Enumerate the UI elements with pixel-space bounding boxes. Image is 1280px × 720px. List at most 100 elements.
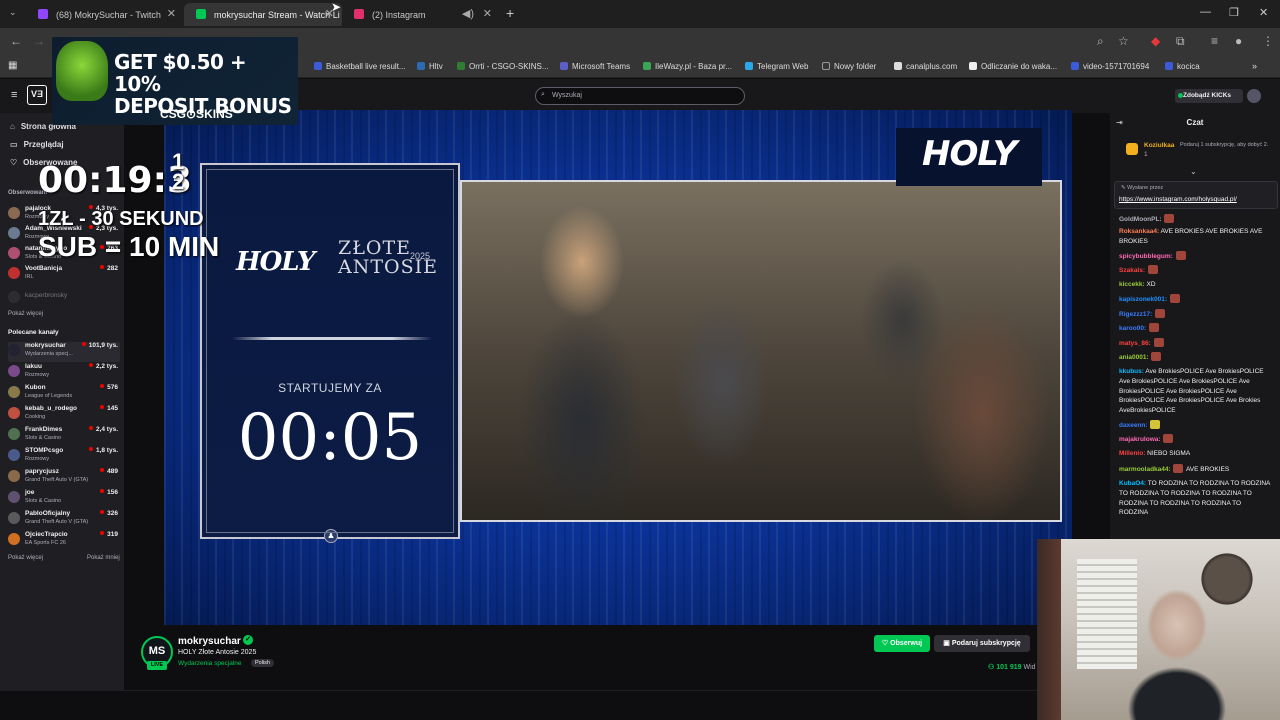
video-player[interactable]: HOLY ZŁOTE ANTOSIE 2025 STARTUJEMY ZA 00:… xyxy=(164,110,1072,625)
chat-user[interactable]: kkubus: xyxy=(1119,368,1144,375)
apps-grid-icon[interactable]: ▦ xyxy=(8,60,17,71)
subscribe-label: Podaruj subskrypcję xyxy=(951,640,1021,647)
verified-icon: ✓ xyxy=(243,635,253,645)
followed-channel[interactable]: VootBanicja IRL 282 xyxy=(8,265,120,285)
bookmark-item[interactable]: Orrti - CSGO-SKINS... xyxy=(457,62,549,71)
language-tag[interactable]: Polish xyxy=(251,659,274,667)
chat-user[interactable]: daxeenn: xyxy=(1119,422,1148,429)
show-less-link[interactable]: Pokaż mniej xyxy=(87,555,120,561)
viewer-count: 2,2 tys. xyxy=(89,363,118,370)
bookmark-item[interactable]: video-1571701694 xyxy=(1071,62,1149,71)
chat-user[interactable]: majakrulowa: xyxy=(1119,436,1161,443)
tab-mokrysuchar-twitch[interactable]: (68) MokrySuchar - Twitch ✕ xyxy=(26,3,184,26)
show-more-link[interactable]: Pokaż więcej xyxy=(8,311,43,317)
recommended-channel[interactable]: OjciecTrapcio EA Sports FC 26 319 xyxy=(8,531,120,551)
chat-user[interactable]: spicybubblegum: xyxy=(1119,253,1173,260)
emote-icon xyxy=(1155,309,1166,318)
chat-user[interactable]: Rigezzz17: xyxy=(1119,311,1152,318)
recommended-channel[interactable]: lakuu Rozmowy 2,2 tys. xyxy=(8,363,120,383)
tab-instagram[interactable]: (2) Instagram ◀) ✕ xyxy=(342,3,500,26)
get-kicks-button[interactable]: Zdobądź KICKs xyxy=(1175,89,1243,103)
channel-name: paprycjusz xyxy=(25,468,59,475)
holy-logo-badge: HOLY xyxy=(896,128,1042,186)
follow-button[interactable]: ♡ Obserwuj xyxy=(874,635,930,652)
chat-user[interactable]: Millenio: xyxy=(1119,450,1145,457)
chat-user[interactable]: kapiszonek001: xyxy=(1119,296,1167,303)
extension-icon[interactable]: ◆ xyxy=(1151,34,1160,48)
channel-name: kebab_u_rodego xyxy=(25,405,78,412)
chat-user[interactable]: kiccekk: xyxy=(1119,281,1145,288)
show-more-recommended-link[interactable]: Pokaż więcej xyxy=(8,555,43,561)
media-icon[interactable]: ≡ xyxy=(1211,34,1218,48)
chat-user[interactable]: marmooladka44: xyxy=(1119,466,1171,473)
bookmark-item[interactable]: Basketball live result... xyxy=(314,62,406,71)
chat-user[interactable]: Szakals: xyxy=(1119,267,1145,274)
chat-message: ania0001: xyxy=(1119,352,1271,363)
emote-icon xyxy=(1147,265,1158,274)
recommended-channel[interactable]: kebab_u_rodego Cooking 145 xyxy=(8,405,120,425)
pinned-link[interactable]: https://www.instagram.com/holysquad.pl/ xyxy=(1119,196,1237,203)
minimize-icon[interactable]: — xyxy=(1200,6,1211,18)
event-year: 2025 xyxy=(410,251,431,261)
recommended-channel[interactable]: PabloOficjalny Grand Theft Auto V (GTA) 32… xyxy=(8,510,120,530)
window-close-icon[interactable]: ✕ xyxy=(1259,6,1268,19)
bookmark-item[interactable]: Microsoft Teams xyxy=(560,62,630,71)
recommended-channel[interactable]: mokrysuchar Wydarzenia specj... 101,9 tys. xyxy=(8,342,120,362)
bookmark-item[interactable]: Hltv xyxy=(417,62,443,71)
close-icon[interactable]: ✕ xyxy=(483,7,492,20)
bookmark-favicon-icon xyxy=(969,62,977,70)
followed-channel-offline[interactable]: kacperbronsky xyxy=(8,289,120,309)
chat-user[interactable]: GoldMoonPL: xyxy=(1119,216,1162,223)
bookmark-item[interactable]: canalplus.com xyxy=(894,62,957,71)
channel-name[interactable]: mokrysuchar xyxy=(178,636,241,647)
close-icon[interactable]: ✕ xyxy=(167,7,176,20)
search-input[interactable]: ⌕ Wyszukaj xyxy=(535,87,745,105)
bookmark-item[interactable]: IleWazy.pl - Baza pr... xyxy=(643,62,732,71)
recommended-channel[interactable]: joe Slots & Casino 156 xyxy=(8,489,120,509)
pinned-message[interactable]: ✎ Wysłane przez https://www.instagram.co… xyxy=(1114,181,1278,209)
recommended-channel[interactable]: FrankDimes Slots & Casino 2,4 tys. xyxy=(8,426,120,446)
bookmark-favicon-icon xyxy=(1165,62,1173,70)
menu-hamburger-icon[interactable]: ≡ xyxy=(11,89,17,101)
chat-user[interactable]: karoo00: xyxy=(1119,325,1146,332)
recommended-channel[interactable]: STOMPcsgo Rozmowy 1,8 tys. xyxy=(8,447,120,467)
user-avatar[interactable] xyxy=(1247,89,1261,103)
tab-search-chevron-icon[interactable]: ⌄ xyxy=(9,7,17,18)
avatar xyxy=(8,291,20,303)
bookmark-label: Orrti - CSGO-SKINS... xyxy=(469,62,549,71)
bookmark-item[interactable]: Nowy folder xyxy=(822,62,876,71)
back-icon[interactable]: ← xyxy=(10,34,22,48)
bookmark-item[interactable]: kocica xyxy=(1165,62,1200,71)
bookmark-item[interactable]: Odliczanie do waka... xyxy=(969,62,1057,71)
chevron-down-icon[interactable]: ⌄ xyxy=(1190,167,1197,176)
profile-icon[interactable]: ● xyxy=(1235,34,1242,48)
extensions-puzzle-icon[interactable]: ⧉ xyxy=(1176,34,1185,49)
chat-user[interactable]: matys_86: xyxy=(1119,340,1151,347)
chat-user[interactable]: ania0001: xyxy=(1119,354,1149,361)
browser-menu-icon[interactable]: ⋮ xyxy=(1262,34,1274,48)
zoom-icon[interactable]: ⌕ xyxy=(1097,34,1104,49)
viewer-number: 101 919 xyxy=(996,664,1022,671)
holy-logo-text: HOLY xyxy=(922,134,1017,174)
gift-subscription-button[interactable]: ▣ Podaruj subskrypcję xyxy=(934,635,1030,652)
channel-game: Slots & Casino xyxy=(25,435,62,441)
maximize-icon[interactable]: ❐ xyxy=(1229,6,1239,19)
recommended-channel[interactable]: paprycjusz Grand Theft Auto V (GTA) 489 xyxy=(8,468,120,488)
bookmark-item[interactable]: Telegram Web xyxy=(745,62,808,71)
new-tab-button[interactable]: + xyxy=(506,5,514,21)
forward-icon[interactable]: → xyxy=(33,34,45,48)
site-logo-icon[interactable]: VƎ xyxy=(27,85,47,105)
chat-user[interactable]: Roksankaa4: xyxy=(1119,228,1159,235)
bookmark-star-icon[interactable]: ☆ xyxy=(1118,34,1129,48)
speaker-icon[interactable]: ◀) xyxy=(462,7,474,20)
recommended-channel[interactable]: Kubon League of Legends 576 xyxy=(8,384,120,404)
chat-user[interactable]: KubaO4: xyxy=(1119,480,1146,487)
bottom-area xyxy=(0,690,1037,720)
sidebar-item-browse[interactable]: ▭ Przeglądaj xyxy=(10,140,64,149)
tab-stream-watch[interactable]: mokrysuchar Stream - Watch Li ✕ xyxy=(184,3,342,26)
more-bookmarks-icon[interactable]: » xyxy=(1252,61,1257,71)
bookmark-favicon-icon xyxy=(457,62,465,70)
gift-sub-count: 1 xyxy=(1144,151,1148,158)
avatar xyxy=(8,207,20,219)
stream-category[interactable]: Wydarzenia specjalne xyxy=(178,660,242,667)
